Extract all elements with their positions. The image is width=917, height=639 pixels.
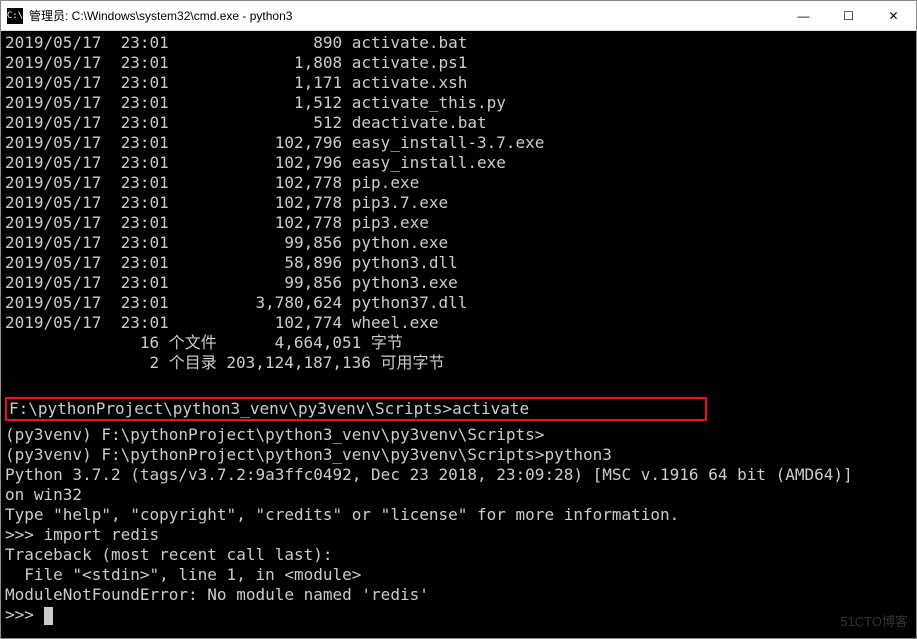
cmd-icon: C:\: [7, 8, 23, 24]
python-banner-2: on win32: [5, 485, 912, 505]
file-listing: 2019/05/17 23:01 890 activate.bat2019/05…: [5, 33, 912, 333]
cmd-window: C:\ 管理员: C:\Windows\system32\cmd.exe - p…: [0, 0, 917, 639]
file-row: 2019/05/17 23:01 58,896 python3.dll: [5, 253, 912, 273]
terminal-output[interactable]: 2019/05/17 23:01 890 activate.bat2019/05…: [1, 31, 916, 638]
file-row: 2019/05/17 23:01 1,512 activate_this.py: [5, 93, 912, 113]
file-row: 2019/05/17 23:01 890 activate.bat: [5, 33, 912, 53]
file-row: 2019/05/17 23:01 102,778 pip3.7.exe: [5, 193, 912, 213]
python-banner-1: Python 3.7.2 (tags/v3.7.2:9a3ffc0492, De…: [5, 465, 912, 485]
window-title: 管理员: C:\Windows\system32\cmd.exe - pytho…: [29, 7, 292, 24]
python-input-1: >>> import redis: [5, 525, 912, 545]
traceback-1: Traceback (most recent call last):: [5, 545, 912, 565]
file-row: 2019/05/17 23:01 102,778 pip.exe: [5, 173, 912, 193]
python-prompt-ready: >>>: [5, 605, 912, 625]
python-help: Type "help", "copyright", "credits" or "…: [5, 505, 912, 525]
file-row: 2019/05/17 23:01 1,171 activate.xsh: [5, 73, 912, 93]
file-row: 2019/05/17 23:01 99,856 python.exe: [5, 233, 912, 253]
file-row: 2019/05/17 23:01 99,856 python3.exe: [5, 273, 912, 293]
file-row: 2019/05/17 23:01 102,796 easy_install-3.…: [5, 133, 912, 153]
error-line: ModuleNotFoundError: No module named 're…: [5, 585, 912, 605]
summary-files: 16 个文件 4,664,051 字节: [5, 333, 912, 353]
titlebar: C:\ 管理员: C:\Windows\system32\cmd.exe - p…: [1, 1, 916, 31]
prompt-line-3: (py3venv) F:\pythonProject\python3_venv\…: [5, 445, 912, 465]
summary-dirs: 2 个目录 203,124,187,136 可用字节: [5, 353, 912, 373]
window-controls: ― ☐ ✕: [781, 1, 916, 31]
minimize-button[interactable]: ―: [781, 1, 826, 31]
highlighted-command: F:\pythonProject\python3_venv\py3venv\Sc…: [5, 397, 707, 421]
file-row: 2019/05/17 23:01 512 deactivate.bat: [5, 113, 912, 133]
prompt-command: activate: [452, 399, 529, 418]
file-row: 2019/05/17 23:01 102,774 wheel.exe: [5, 313, 912, 333]
watermark: 51CTO博客: [840, 612, 908, 632]
file-row: 2019/05/17 23:01 102,796 easy_install.ex…: [5, 153, 912, 173]
file-row: 2019/05/17 23:01 102,778 pip3.exe: [5, 213, 912, 233]
close-button[interactable]: ✕: [871, 1, 916, 31]
file-row: 2019/05/17 23:01 3,780,624 python37.dll: [5, 293, 912, 313]
traceback-2: File "<stdin>", line 1, in <module>: [5, 565, 912, 585]
titlebar-left: C:\ 管理员: C:\Windows\system32\cmd.exe - p…: [1, 7, 292, 24]
prompt-path: F:\pythonProject\python3_venv\py3venv\Sc…: [9, 399, 452, 418]
cursor: [44, 607, 53, 625]
prompt-line-2: (py3venv) F:\pythonProject\python3_venv\…: [5, 425, 912, 445]
maximize-button[interactable]: ☐: [826, 1, 871, 31]
file-row: 2019/05/17 23:01 1,808 activate.ps1: [5, 53, 912, 73]
